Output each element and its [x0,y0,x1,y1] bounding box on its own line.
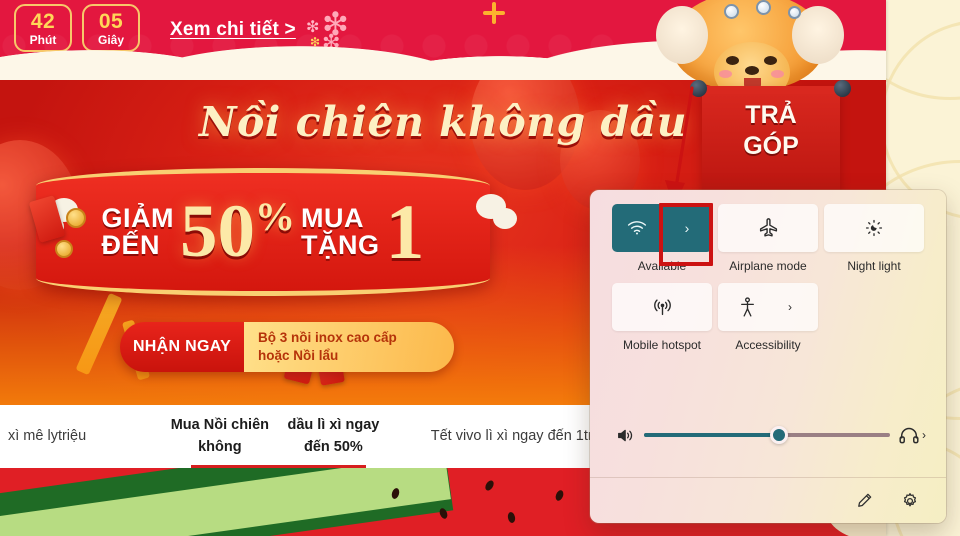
scroll-rod [698,86,844,94]
lion-eye-left [726,56,739,65]
discount-prefix-line2: ĐẾN [101,230,161,260]
tab-line: triệu [57,427,87,444]
lion-ornament [788,6,801,19]
watermelon-seed [506,511,517,524]
airplane-mode-tile-label: Airplane mode [729,259,807,273]
mobile-hotspot-tile-button[interactable] [612,283,712,331]
countdown-minutes-value: 42 [30,9,56,33]
scroll-knob-right [834,80,851,97]
gift-quantity: 1 [385,187,425,275]
audio-output-chevron[interactable]: › [922,428,926,442]
airplane-icon [718,217,818,239]
scroll-banner-text: TRẢ GÓP [702,100,840,163]
watermelon-seed [483,478,496,493]
wifi-tile-button[interactable]: › [612,204,712,252]
headphones-icon [898,427,920,444]
watermelon-seed [554,489,565,502]
cloud-puff [497,212,513,225]
audio-output-selector[interactable]: › [898,427,926,444]
tab-line: xì mê ly [8,427,58,444]
gear-icon[interactable] [896,487,924,515]
quick-tile-accessibility: › Accessibility [718,283,822,352]
discount-percent: % [255,194,295,239]
pencil-icon[interactable] [850,487,878,515]
night-light-tile-label: Night light [847,259,901,273]
speaker-icon[interactable] [610,427,640,444]
buy-line1: MUA [301,203,364,233]
discount-prefix-line1: GIẢM [101,203,174,233]
accessibility-tile-label: Accessibility [735,338,801,352]
lion-cheek-left [719,70,732,78]
claim-offer-pill[interactable]: NHẬN NGAY Bộ 3 nồi inox cao cấp hoặc Nồi… [120,322,454,372]
offer-desc-line2: hoặc Nồi lẩu [258,348,339,363]
hotspot-icon [612,298,712,317]
discount-number: 50 [180,190,255,273]
scroll-line1: TRẢ [745,101,797,129]
discount-value: 50% [180,194,295,269]
quick-settings-tiles: › Available Airplane mode Night light Mo… [612,204,928,352]
lion-eye-right [764,56,777,65]
airplane-mode-tile-button[interactable] [718,204,818,252]
tab-1[interactable]: Mua Nồi chiên không dầu lì xì ngay đến 50… [157,405,400,468]
sparkle-icon [483,2,505,24]
night-light-tile-button[interactable] [824,204,924,252]
cloud-puff [480,198,502,215]
night-light-icon [824,218,924,238]
accessibility-icon [718,296,776,318]
offer-description: Bộ 3 nồi inox cao cấp hoặc Nồi lẩu [244,322,454,372]
quick-settings-panel: › Available Airplane mode Night light Mo… [590,190,946,523]
lion-mascot: TRẢ GÓP [640,0,886,210]
claim-now-button[interactable]: NHẬN NGAY [120,322,244,372]
scroll-knob-left [690,80,707,97]
wifi-chevron-button[interactable]: › [662,220,712,236]
tab-line: Mua Nồi chiên không [170,417,270,455]
quick-tile-airplane-mode: Airplane mode [718,204,822,273]
gold-coin-decoration [55,240,73,258]
volume-slider[interactable] [644,426,890,444]
quick-tile-wifi: › Available [612,204,716,273]
promo-text-row: GIẢM ĐẾN 50% MUA TẶNG 1 [36,176,490,288]
offer-desc-line1: Bộ 3 nồi inox cao cấp [258,329,397,345]
buy-prefix: MUA TẶNG [301,205,380,259]
mobile-hotspot-tile-label: Mobile hotspot [622,338,702,352]
blossom-icon: ❇ [306,19,320,36]
lion-cheek-right [771,70,784,78]
volume-slider-thumb[interactable] [770,426,789,444]
scroll-line2: GÓP [743,132,799,161]
quick-settings-footer [590,477,946,523]
lion-ornament [724,4,739,19]
gold-coin-decoration [66,208,86,228]
lion-ornament [756,0,771,15]
accessibility-chevron-button[interactable]: › [776,300,804,314]
volume-slider-fill [644,433,780,437]
accessibility-tile-button[interactable]: › [718,283,818,331]
lion-mane-left [656,6,708,64]
countdown-seconds-value: 05 [98,9,124,33]
lion-nose [745,66,759,75]
tab-0[interactable]: xì mê ly triệu [0,405,157,468]
discount-prefix: GIẢM ĐẾN [102,205,175,259]
tab-line: dầu lì xì ngay đến 50% [287,417,380,455]
quick-tile-night-light: Night light [824,204,928,273]
volume-row: › [610,418,926,452]
wifi-tile-label: Available [637,259,687,273]
quick-tile-mobile-hotspot: Mobile hotspot [612,283,716,352]
wifi-icon [612,220,662,236]
buy-line2: TẶNG [301,230,380,260]
tab-line: Tết vivo lì xì ngay đến 1 [430,427,584,444]
